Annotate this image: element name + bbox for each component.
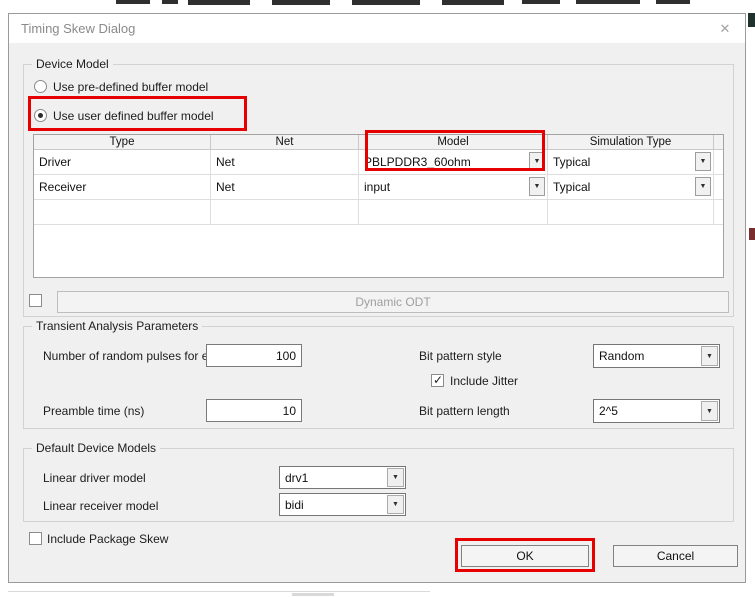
receiver-net-cell[interactable]: Net (211, 175, 359, 200)
background-artifact (352, 0, 420, 5)
buffer-model-table: Type Net Model Simulation Type Driver Ne… (33, 134, 724, 278)
receiver-type-cell[interactable]: Receiver (34, 175, 211, 200)
linear-driver-model-value: drv1 (285, 471, 308, 485)
driver-simulation-type-combobox[interactable]: Typical ▼ (548, 150, 714, 175)
pulses-input[interactable] (206, 344, 302, 367)
radio-predefined-buffer-model[interactable] (34, 80, 47, 93)
bit-pattern-length-label: Bit pattern length (419, 404, 510, 418)
radio-predefined-label[interactable]: Use pre-defined buffer model (53, 80, 208, 94)
table-row-receiver: Receiver Net input ▼ Typical ▼ (34, 175, 723, 200)
close-icon[interactable]: ✕ (713, 14, 737, 43)
row-filler (714, 200, 723, 225)
driver-model-value: PBLPDDR3_60ohm (364, 155, 471, 169)
cancel-button[interactable]: Cancel (613, 545, 738, 567)
driver-model-combobox[interactable]: PBLPDDR3_60ohm ▼ (359, 150, 548, 175)
transient-parameters-group-label: Transient Analysis Parameters (32, 319, 202, 334)
background-artifact (116, 0, 150, 4)
driver-type-cell[interactable]: Driver (34, 150, 211, 175)
dropdown-arrow-icon[interactable]: ▼ (387, 468, 404, 487)
receiver-model-value: input (364, 180, 390, 194)
background-artifact (188, 0, 250, 5)
dropdown-arrow-icon[interactable]: ▼ (695, 177, 711, 196)
linear-receiver-model-value: bidi (285, 498, 304, 512)
row-filler (714, 150, 723, 175)
linear-receiver-model-label: Linear receiver model (43, 499, 158, 513)
bit-pattern-style-label: Bit pattern style (419, 349, 502, 363)
radio-user-defined-label[interactable]: Use user defined buffer model (53, 109, 214, 123)
preamble-time-input[interactable] (206, 399, 302, 422)
ok-button[interactable]: OK (461, 545, 589, 567)
background-artifact (656, 0, 690, 4)
check-icon: ✓ (433, 373, 443, 387)
background-artifact (442, 0, 504, 5)
background-artifact (748, 13, 755, 27)
dropdown-arrow-icon[interactable]: ▼ (529, 177, 545, 196)
background-artifact (8, 591, 430, 592)
row-filler (714, 175, 723, 200)
preamble-time-label: Preamble time (ns) (43, 404, 144, 418)
table-header-row: Type Net Model Simulation Type (34, 135, 723, 150)
radio-user-defined-buffer-model[interactable] (34, 109, 47, 122)
driver-net-cell[interactable]: Net (211, 150, 359, 175)
column-header-net[interactable]: Net (211, 135, 359, 150)
linear-driver-model-combobox[interactable]: drv1 ▼ (279, 466, 406, 489)
background-artifact (272, 0, 330, 5)
background-artifact (162, 0, 178, 4)
background-artifact (576, 0, 640, 4)
dropdown-arrow-icon[interactable]: ▼ (695, 152, 711, 171)
column-header-model[interactable]: Model (359, 135, 548, 150)
dialog-title: Timing Skew Dialog (21, 14, 135, 43)
empty-cell (359, 200, 548, 225)
empty-cell (34, 200, 211, 225)
dynamic-odt-button[interactable]: Dynamic ODT (57, 291, 729, 313)
receiver-sim-value: Typical (553, 180, 590, 194)
background-artifact (749, 228, 755, 240)
bit-pattern-style-combobox[interactable]: Random ▼ (593, 344, 720, 368)
dynamic-odt-checkbox[interactable] (29, 294, 42, 307)
receiver-model-combobox[interactable]: input ▼ (359, 175, 548, 200)
title-bar: Timing Skew Dialog ✕ (9, 14, 745, 43)
bit-pattern-length-value: 2^5 (599, 404, 618, 418)
include-jitter-label[interactable]: Include Jitter (450, 374, 518, 388)
linear-driver-model-label: Linear driver model (43, 471, 146, 485)
column-header-simulation-type[interactable]: Simulation Type (548, 135, 714, 150)
dropdown-arrow-icon[interactable]: ▼ (701, 401, 718, 421)
linear-receiver-model-combobox[interactable]: bidi ▼ (279, 493, 406, 516)
column-header-filler (714, 135, 723, 150)
driver-sim-value: Typical (553, 155, 590, 169)
timing-skew-dialog: Timing Skew Dialog ✕ Device Model Use pr… (8, 13, 746, 583)
include-jitter-checkbox[interactable]: ✓ (431, 374, 444, 387)
device-model-group-label: Device Model (32, 57, 113, 72)
include-package-skew-checkbox[interactable] (29, 532, 42, 545)
background-artifact (522, 0, 560, 4)
empty-cell (548, 200, 714, 225)
default-device-models-group-label: Default Device Models (32, 441, 160, 456)
table-row-driver: Driver Net PBLPDDR3_60ohm ▼ Typical ▼ (34, 150, 723, 175)
dropdown-arrow-icon[interactable]: ▼ (701, 346, 718, 366)
dropdown-arrow-icon[interactable]: ▼ (529, 152, 545, 171)
bit-pattern-length-combobox[interactable]: 2^5 ▼ (593, 399, 720, 423)
bit-pattern-style-value: Random (599, 349, 644, 363)
screen: Timing Skew Dialog ✕ Device Model Use pr… (0, 0, 755, 597)
column-header-type[interactable]: Type (34, 135, 211, 150)
empty-cell (211, 200, 359, 225)
dropdown-arrow-icon[interactable]: ▼ (387, 495, 404, 514)
include-package-skew-label[interactable]: Include Package Skew (47, 532, 168, 546)
background-artifact (292, 593, 334, 596)
table-row-empty (34, 200, 723, 225)
receiver-simulation-type-combobox[interactable]: Typical ▼ (548, 175, 714, 200)
